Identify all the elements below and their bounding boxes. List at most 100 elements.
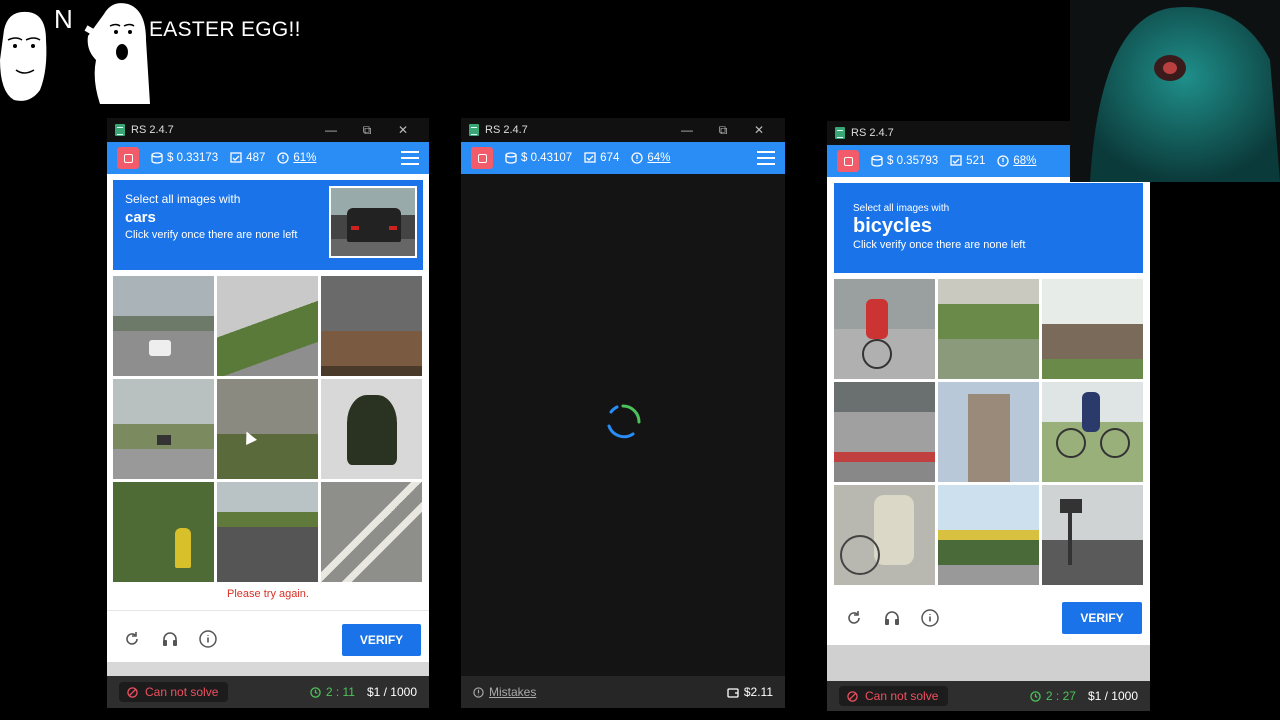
captcha-tile[interactable] [834, 382, 935, 482]
captcha-tile[interactable] [113, 379, 214, 479]
ban-icon [847, 690, 858, 702]
balance-stat: $ 0.43107 [505, 152, 572, 164]
reload-icon[interactable] [843, 607, 865, 629]
prompt-line1: Select all images with [853, 203, 950, 214]
captcha-tile[interactable] [938, 279, 1039, 379]
info-circle-icon [631, 152, 644, 164]
cannot-solve-label: Can not solve [145, 685, 219, 699]
accuracy-value: 61% [293, 152, 317, 164]
stop-button[interactable] [471, 147, 493, 169]
captcha-tile[interactable] [217, 276, 318, 376]
close-icon[interactable]: ✕ [741, 123, 777, 137]
mistakes-link[interactable]: Mistakes [473, 685, 536, 699]
info-icon[interactable] [919, 607, 941, 629]
stats-bar: $ 0.43107 674 64% [461, 142, 785, 174]
timer-value: 2 : 27 [1045, 689, 1076, 703]
captcha-tile[interactable] [217, 379, 318, 479]
image-check-icon [230, 152, 242, 163]
solved-count: 674 [600, 152, 620, 164]
close-icon[interactable]: ✕ [385, 123, 421, 137]
timer: 2 : 27 [1030, 689, 1076, 703]
bottom-status-bar: Can not solve 2 : 11 $1 / 1000 [107, 676, 429, 708]
captcha-tile[interactable] [938, 485, 1039, 585]
headphones-icon[interactable] [881, 607, 903, 629]
captcha-tile[interactable] [113, 276, 214, 376]
solved-stat: 521 [950, 155, 985, 167]
coins-icon [151, 152, 163, 164]
bottom-status-bar: Mistakes $2.11 [461, 676, 785, 708]
captcha-tile[interactable] [321, 482, 422, 582]
prompt-keyword: bicycles [853, 215, 932, 237]
captcha-tile[interactable] [1042, 279, 1143, 379]
balance-stat: $ 0.33173 [151, 152, 218, 164]
image-check-icon [584, 152, 596, 163]
divider [107, 610, 429, 611]
example-image [329, 186, 417, 258]
accuracy-stat[interactable]: 68% [997, 155, 1036, 167]
cannot-solve-button[interactable]: Can not solve [839, 686, 949, 706]
stop-button[interactable] [837, 150, 859, 172]
captcha-challenge: Select all images with bicycles Click ve… [827, 177, 1150, 645]
app-icon [115, 124, 125, 136]
balance-value: $ 0.35793 [887, 155, 939, 167]
captcha-prompt: Select all images with cars Click verify… [113, 180, 423, 270]
captcha-tile[interactable] [321, 276, 422, 376]
captcha-tile[interactable] [1042, 485, 1143, 585]
restore-icon[interactable]: ⧉ [349, 123, 385, 138]
cannot-solve-button[interactable]: Can not solve [119, 682, 229, 702]
captcha-tile[interactable] [834, 485, 935, 585]
verify-button[interactable]: VERIFY [1062, 602, 1142, 634]
meme-overlay [0, 0, 150, 104]
mistakes-label: Mistakes [489, 685, 537, 699]
accuracy-stat[interactable]: 61% [277, 152, 316, 164]
image-check-icon [950, 155, 962, 166]
captcha-tile[interactable] [1042, 382, 1143, 482]
headphones-icon[interactable] [159, 628, 181, 650]
accuracy-stat[interactable]: 64% [631, 152, 670, 164]
meme-caption: EASTER EGG!! [149, 18, 301, 41]
stop-icon [843, 156, 853, 166]
title-bar: RS 2.4.7 — ⧉ ✕ [107, 118, 429, 142]
info-icon[interactable] [197, 628, 219, 650]
balance-stat: $ 0.35793 [871, 155, 938, 167]
window-title: RS 2.4.7 [851, 127, 894, 139]
solved-stat: 487 [230, 152, 265, 164]
solved-stat: 674 [584, 152, 619, 164]
stop-button[interactable] [117, 147, 139, 169]
restore-icon[interactable]: ⧉ [705, 123, 741, 138]
captcha-tile[interactable] [834, 279, 935, 379]
app-window-1: RS 2.4.7 — ⧉ ✕ $ 0.33173 487 61% Select … [107, 118, 429, 708]
coins-icon [505, 152, 517, 164]
balance-value: $ 0.43107 [521, 152, 573, 164]
app-icon [835, 127, 845, 139]
balance-value: $ 0.33173 [167, 152, 219, 164]
accuracy-value: 68% [1013, 155, 1037, 167]
webcam-overlay [1070, 0, 1280, 182]
minimize-icon[interactable]: — [313, 123, 349, 137]
coins-icon [871, 155, 883, 167]
captcha-tile[interactable] [938, 382, 1039, 482]
title-bar: RS 2.4.7 — ⧉ ✕ [461, 118, 785, 142]
stats-bar: $ 0.33173 487 61% [107, 142, 429, 174]
captcha-tile[interactable] [113, 482, 214, 582]
rate-value: $1 / 1000 [366, 685, 417, 699]
meme-letter: N [54, 4, 73, 34]
window-title: RS 2.4.7 [485, 124, 528, 136]
scroll-area [827, 645, 1150, 681]
minimize-icon[interactable]: — [669, 123, 705, 137]
loading-area [461, 174, 785, 676]
accuracy-value: 64% [647, 152, 671, 164]
solved-count: 487 [246, 152, 266, 164]
hamburger-menu-icon[interactable] [757, 151, 775, 165]
captcha-tile[interactable] [321, 379, 422, 479]
stop-icon [477, 153, 487, 163]
info-circle-icon [997, 155, 1010, 167]
wallet-balance: $2.11 [727, 685, 773, 699]
hamburger-menu-icon[interactable] [401, 151, 419, 165]
error-message: Please try again. [227, 588, 309, 600]
verify-button[interactable]: VERIFY [342, 624, 421, 656]
captcha-tile[interactable] [217, 482, 318, 582]
bottom-status-bar: Can not solve 2 : 27 $1 / 1000 [827, 681, 1150, 711]
reload-icon[interactable] [121, 628, 143, 650]
app-icon [469, 124, 479, 136]
